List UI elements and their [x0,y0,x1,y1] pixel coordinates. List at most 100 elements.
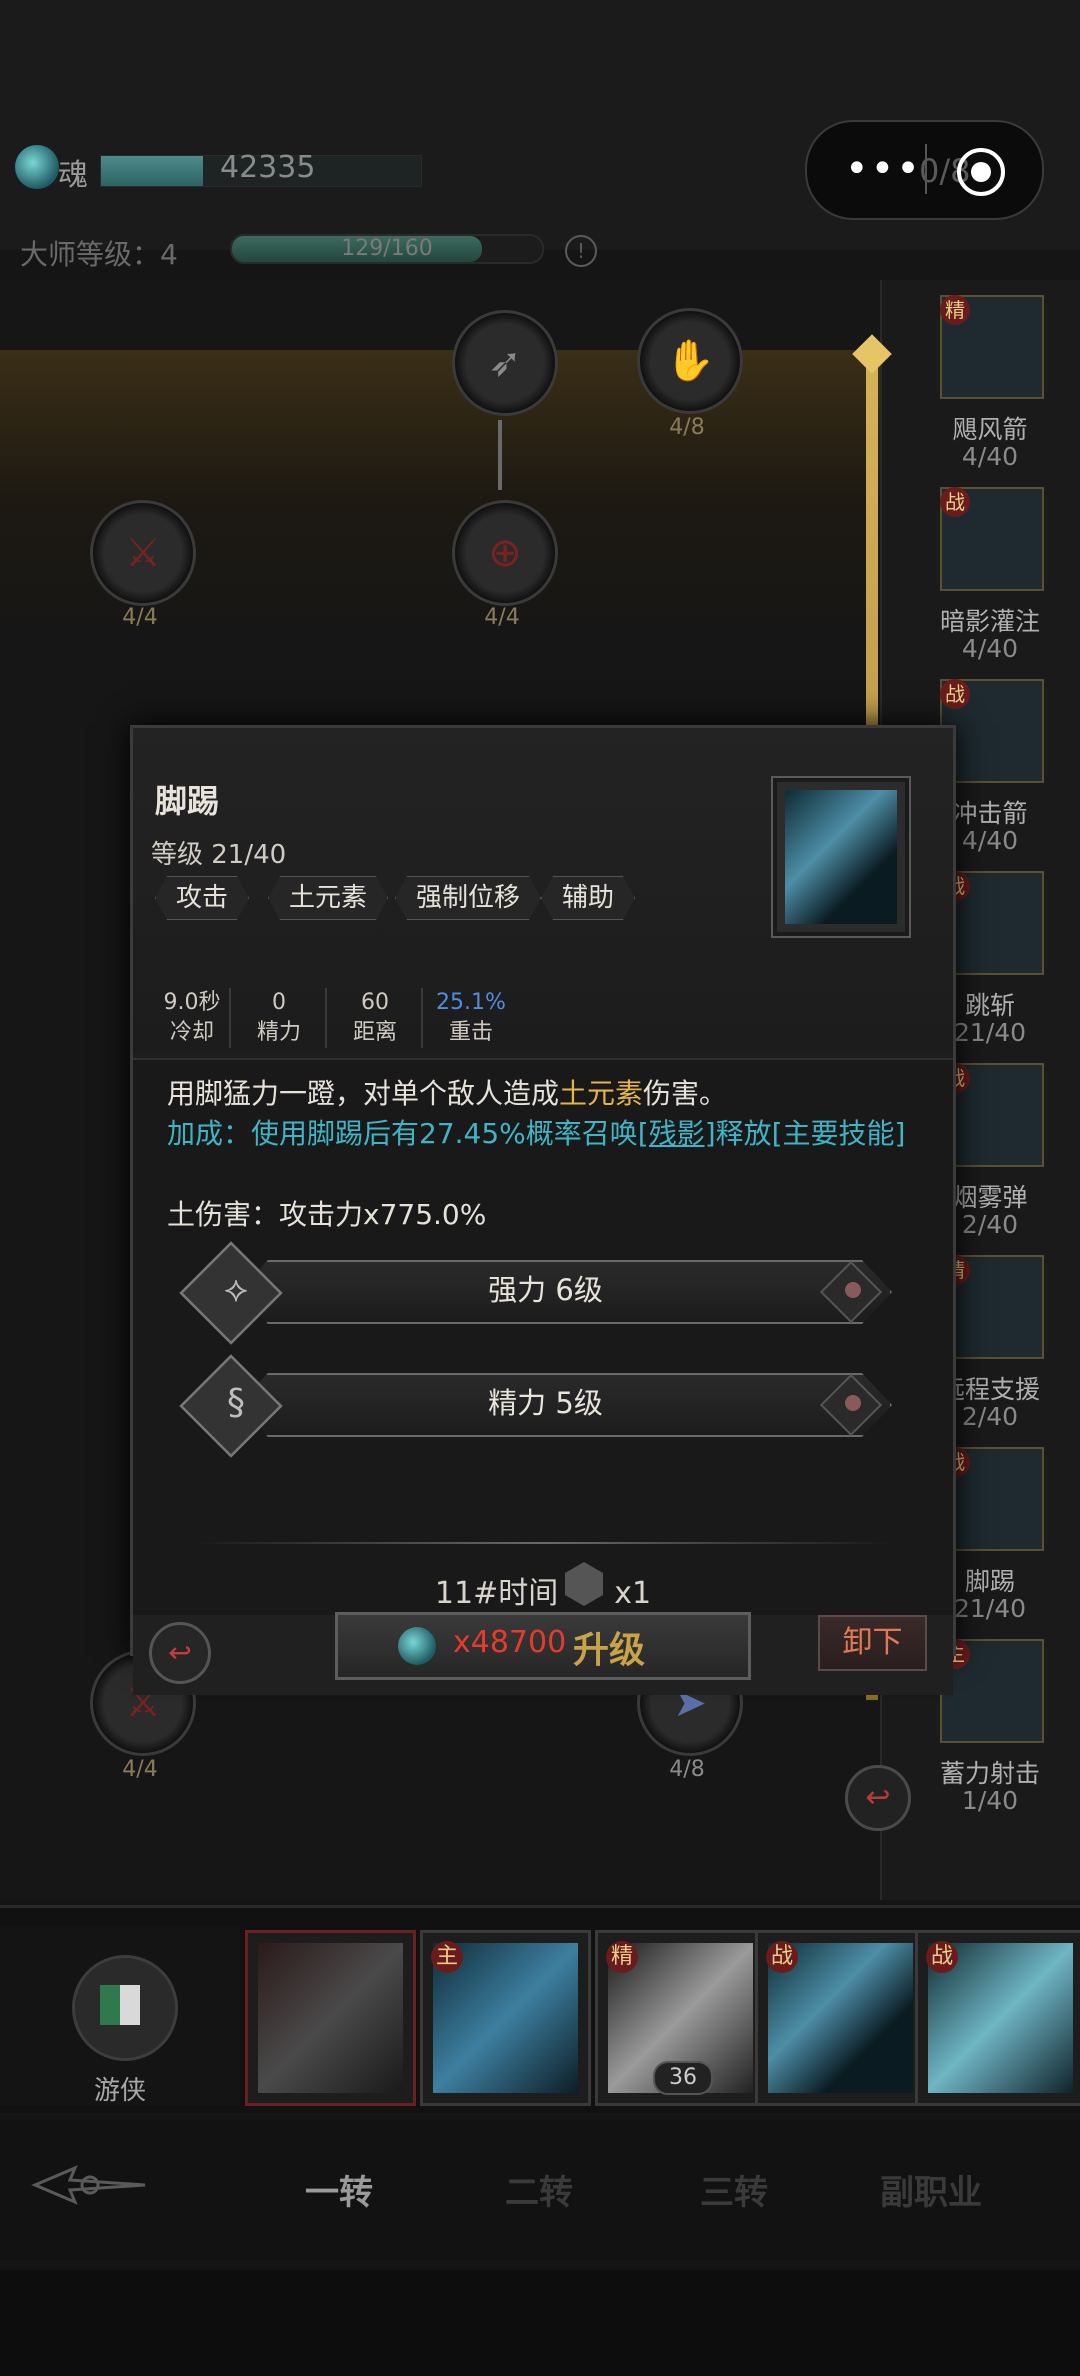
upgrade-material: 11#时间 x1 [133,1568,953,1612]
popup-body: 用脚猛力一蹬，对单个敌人造成土元素伤害。 加成：使用脚踢后有27.45%概率召唤… [133,1058,953,1695]
upgrade-label: 升级 [573,1630,646,1671]
skill-damage: 土伤害：攻击力x775.0% [167,1198,487,1231]
skill-type-badge: 战 [926,1941,958,1973]
skill-type-badge: 精 [606,1941,638,1973]
stat-cooldown: 9.0秒冷却 [155,988,231,1048]
desc-suffix: 伤害。 [643,1077,728,1110]
tree-node-grab-skill[interactable]: ✋ [637,308,743,414]
stat-label: 距离 [352,1020,397,1045]
side-skill-name: 暗影灌注 [939,607,1040,636]
side-skill-name: 飓风箭 [952,415,1028,444]
desc-prefix: 用脚猛力一蹬，对单个敌人造成 [167,1077,560,1110]
skill-level: 等级 21/40 [151,840,287,870]
side-skill-level: 4/40 [961,442,1019,471]
skill-tag: 强制位移 [395,876,541,920]
bow-icon [258,1943,403,2093]
skill-detail-popup: 脚踢 等级 21/40 攻击 土元素 强制位移 辅助 9.0秒冷却 0 精力 60… [130,725,956,1695]
more-menu-icon[interactable]: ••• [845,146,922,192]
close-target-icon[interactable] [957,148,1005,196]
skill-bar-slot[interactable]: 战 [915,1930,1080,2106]
soul-gem-icon [398,1627,436,1665]
capsule-divider [925,144,927,194]
skill-bar-slot[interactable]: 主 [420,1930,591,2106]
tree-back-button[interactable]: ↩ [845,1765,911,1831]
side-skill-slot[interactable]: 战 [940,487,1044,591]
skill-tag: 攻击 [155,876,249,920]
unequip-button[interactable]: 卸下 [818,1615,927,1671]
skill-tag: 辅助 [541,876,635,920]
upgrade-cost: x48700 [453,1625,567,1660]
hand-icon: ✋ [665,338,715,384]
info-icon[interactable]: ! [565,235,597,267]
side-skill-name: 蓄力射击 [939,1759,1040,1788]
skill-type-badge: 战 [940,679,970,709]
tab-first-job[interactable]: 一转 [305,2165,373,2214]
dagger-icon: ⚔ [125,530,161,576]
stat-value: 60 [361,990,389,1015]
tab-sub-job[interactable]: 副职业 [880,2165,982,2214]
skill-type-badge: 精 [940,295,970,325]
side-skill-level: 4/40 [961,634,1019,663]
class-name: 游侠 [93,2076,146,2106]
material-count: x1 [614,1576,652,1611]
skill-bar-slot[interactable]: 战 [755,1930,926,2106]
popup-divider [193,1542,893,1544]
material-name: 11#时间 [434,1576,559,1611]
stat-value: 9.0秒 [163,990,221,1015]
skill-bar-slot[interactable] [245,1930,416,2106]
skill-type-badge: 主 [431,1941,463,1973]
skill-type-badge: 战 [940,487,970,517]
rune-row-strength[interactable]: ⟡ 强力 6级 [179,1241,903,1345]
tree-node-arrow-skill[interactable]: ➶ [452,310,558,416]
skill-stack-count: 36 [653,2061,713,2095]
desc-highlight: 土元素 [559,1077,644,1110]
arrow-icon: ➶ [488,340,522,386]
kick-icon [785,790,897,924]
stat-label: 冷却 [169,1020,214,1045]
skill-tag: 土元素 [268,876,388,920]
class-emblem-icon [100,1985,140,2025]
skill-bar-slot[interactable]: 精 36 [595,1930,766,2106]
rune-row-energy[interactable]: § 精力 5级 [179,1354,903,1458]
tab-second-job[interactable]: 二转 [505,2165,573,2214]
master-level-label: 大师等级：4 [20,238,178,271]
tab-third-job[interactable]: 三转 [700,2165,768,2214]
popup-header: 脚踢 等级 21/40 攻击 土元素 强制位移 辅助 9.0秒冷却 0 精力 60… [133,728,953,1053]
stat-energy: 0 精力 [233,988,327,1048]
soul-label: 魂 [58,158,88,193]
bonus-suffix: 释放[主要技能] [715,1117,906,1150]
tree-node-target-skill[interactable]: ⊕ [452,500,558,606]
master-level-progress: 129/160 [230,234,544,264]
skill-icon [771,776,911,938]
tree-node-count: 4/4 [484,605,520,630]
popup-back-button[interactable]: ↩ [149,1622,211,1684]
mini-program-capsule: ••• 0/8 [805,120,1044,220]
soul-bar-fill [101,156,204,186]
tree-node-count: 4/8 [669,415,705,440]
crosshair-icon: ⊕ [488,530,522,576]
top-bar: 魂 42335 大师等级：4 129/160 ! ••• 0/8 [0,0,1080,271]
stat-value: 25.1% [436,990,506,1015]
soul-gem-icon [15,145,59,189]
bonus-link[interactable]: [残影] [638,1117,716,1150]
tree-node-dagger-skill[interactable]: ⚔ [90,500,196,606]
bonus-prefix: 加成：使用脚踢后有27.45%概率召唤 [167,1117,638,1150]
master-level-progress-text: 129/160 [341,236,433,261]
rune-label: 精力 5级 [488,1386,603,1420]
stat-label: 重击 [448,1020,493,1045]
side-skill-level: 1/40 [961,1786,1019,1815]
tree-node-count: 4/4 [122,605,158,630]
back-arrow-icon[interactable] [30,2160,150,2210]
stat-label: 精力 [256,1020,301,1045]
rune-label: 强力 6级 [488,1273,603,1307]
skill-description: 用脚猛力一蹬，对单个敌人造成土元素伤害。 [167,1072,727,1112]
stat-range: 60 距离 [329,988,423,1048]
skill-title: 脚踢 [155,782,220,820]
upgrade-button[interactable]: x48700 升级 [335,1612,751,1680]
tree-connector [498,420,502,490]
tree-node-count: 4/8 [669,1757,705,1782]
side-skill-slot[interactable]: 精 [940,295,1044,399]
rune-end-dot [845,1282,861,1298]
skill-bonus: 加成：使用脚踢后有27.45%概率召唤[残影]释放[主要技能] [167,1115,907,1153]
tree-node-count: 4/4 [122,1757,158,1782]
